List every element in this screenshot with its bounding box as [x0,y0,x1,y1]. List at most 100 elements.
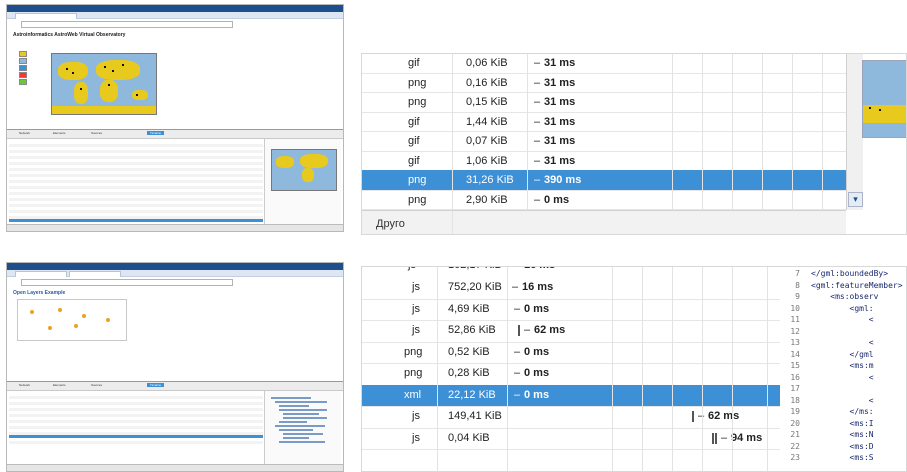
status-bar [7,464,343,471]
code-line: < [811,372,874,382]
time-cell: 16 ms [522,281,554,293]
response-pane [264,391,341,469]
type-cell: js [412,431,420,444]
type-cell: gif [408,115,420,128]
type-cell: js [412,281,420,293]
time-cell: 0 ms [524,367,550,379]
request-row[interactable]: png 2,90 KiB –0 ms [362,190,846,211]
request-row[interactable]: png 0,52 KiB –0 ms [362,342,780,363]
page-title: Astroinformatics AstroWeb Virtual Observ… [13,32,126,38]
dash-mark: – [534,193,541,206]
zoomed-network-table-top: gif 0,06 KiB –31 ms png 0,16 KiB –31 ms png 0,1… [361,53,907,235]
world-map[interactable] [51,53,157,115]
timing-bar [518,325,520,336]
size-cell: 52,86 KiB [448,324,496,336]
request-row[interactable]: js149,41 KiB–62 ms [362,406,780,427]
url-bar[interactable] [21,279,233,286]
legend-swatch [19,58,27,64]
size-cell: 2,90 KiB [466,193,508,206]
request-row[interactable]: gif 0,07 KiB –31 ms [362,131,846,152]
url-bar[interactable] [21,21,233,28]
size-cell: 102,17 KiB [448,267,502,276]
line-number: 18 [790,395,800,405]
type-cell: png [408,174,427,186]
size-cell: 4,69 KiB [448,302,490,315]
legend-swatch [19,65,27,71]
request-row[interactable]: png 0,16 KiB –31 ms [362,73,846,94]
legend-swatch [19,72,27,78]
time-cell: 62 ms [708,410,740,422]
request-row[interactable]: js 4,69 KiB –0 ms [362,299,780,320]
preview-pane [264,139,341,225]
selected-request-row[interactable]: xml 22,12 KiB –0 ms [362,384,780,406]
code-line: <ms:observ [811,292,879,301]
line-number: 16 [790,372,800,382]
image-preview [862,60,906,138]
request-row-partial[interactable]: js 102,17 KiB –16 ms [362,267,780,276]
request-row[interactable]: png 0,15 KiB –31 ms [362,92,846,113]
dash-mark: – [514,345,521,358]
time-cell: 31 ms [544,135,576,147]
time-cell: 31 ms [544,76,576,89]
timing-bar [715,432,717,444]
line-number: 20 [790,418,800,428]
filter-other[interactable]: Друго [376,211,405,234]
vertical-scrollbar[interactable]: ▾ [846,54,863,210]
size-cell: 149,41 KiB [448,410,502,422]
size-cell: 0,04 KiB [448,431,490,444]
code-line: < [811,338,874,347]
line-number: 10 [790,303,800,313]
line-number: 23 [790,453,800,462]
filter-footer: Друго [362,210,846,234]
openlayers-map[interactable] [17,299,127,341]
line-number: 13 [790,338,800,347]
dash-mark: – [534,115,541,128]
line-number: 8 [795,280,800,290]
size-cell: 1,44 KiB [466,115,508,128]
time-cell: 0 ms [544,193,570,206]
chevron-down-icon[interactable]: ▾ [848,192,863,207]
selected-request-row[interactable]: png 31,26 KiB –390 ms [362,170,846,191]
window-titlebar [7,5,343,12]
xml-response-view: 7 </gml:boundedBy> 8 <gml:featureMember> 9 <… [780,267,906,471]
type-cell: js [412,410,420,422]
code-line: <ms:I [811,418,874,428]
request-row[interactable]: js 52,86 KiB –62 ms [362,320,780,341]
type-cell: js [412,324,420,336]
zoomed-network-table-bottom: js102,17 KiB–16 msjs752,20 KiB–16 msjs4,… [361,266,907,472]
dash-mark: – [534,76,541,89]
dash-mark: – [534,96,541,108]
request-row[interactable]: gif 0,06 KiB –31 ms [362,54,846,74]
browser-tab[interactable] [69,271,121,277]
browser-tab[interactable] [15,13,77,19]
devtools-toolbar: Network Elements Sources Timeline [7,129,343,139]
request-row[interactable]: png 0,28 KiB –0 ms [362,363,780,384]
time-cell: 62 ms [534,324,566,336]
dash-mark: – [534,154,541,167]
time-cell: 94 ms [731,431,763,444]
code-line: </gml:boundedBy> [811,269,889,278]
time-cell: 0 ms [524,388,550,401]
line-number: 14 [790,349,800,359]
dash-mark: – [534,57,541,69]
request-row[interactable]: gif 1,44 KiB –31 ms [362,112,846,133]
timing-bar [712,432,714,444]
dash-mark: – [514,388,521,401]
selected-request-row[interactable] [9,219,263,222]
code-line: <ms:S [811,453,874,462]
code-line: </gml [811,349,874,359]
request-row[interactable]: gif 1,06 KiB –31 ms [362,151,846,172]
size-cell: 0,28 KiB [448,367,490,379]
line-number: 12 [790,326,800,336]
row-divider [362,449,780,450]
request-row[interactable]: js 752,20 KiB –16 ms [362,277,780,298]
line-number: 19 [790,407,800,416]
request-row[interactable]: js 0,04 KiB –94 ms [362,428,780,449]
size-cell: 22,12 KiB [448,388,496,401]
browser-tab[interactable] [15,271,67,277]
type-cell: gif [408,135,420,147]
legend-swatch [19,51,27,57]
code-line: </ms: [811,407,874,416]
type-cell: png [408,193,427,206]
code-line: <ms:D [811,441,874,451]
